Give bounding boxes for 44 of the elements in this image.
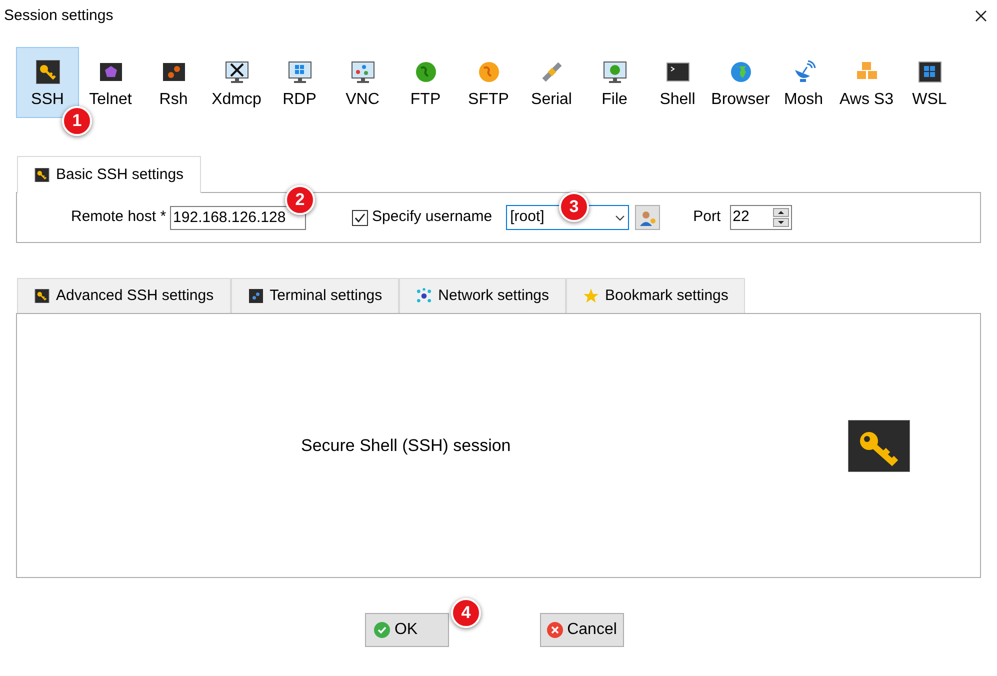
callout-badge: 2 <box>285 185 315 215</box>
session-type-button[interactable]: Shell <box>646 47 709 118</box>
settings-tab[interactable]: Advanced SSH settings <box>17 278 231 313</box>
session-type-button[interactable]: Aws S3 <box>835 47 898 118</box>
ok-button[interactable]: OK <box>365 613 449 647</box>
key-icon <box>34 289 50 303</box>
remote-host-field[interactable]: 192.168.126.128 <box>170 206 306 230</box>
basic-settings-tab[interactable]: Basic SSH settings <box>17 156 201 193</box>
session-type-button[interactable]: File <box>583 47 646 118</box>
specify-username-checkbox[interactable] <box>352 210 368 226</box>
callout-badge: 1 <box>62 106 92 136</box>
specify-username-label: Specify username <box>372 207 492 228</box>
session-type-button[interactable]: Rsh <box>142 47 205 118</box>
key-icon <box>34 168 50 182</box>
session-type-button[interactable]: Xdmcp <box>205 47 268 118</box>
session-type-button[interactable]: Browser <box>709 47 772 118</box>
close-icon[interactable] <box>975 10 987 22</box>
cancel-icon <box>547 622 564 638</box>
window-title: Session settings <box>4 6 114 26</box>
session-type-button[interactable]: Serial <box>520 47 583 118</box>
chevron-down-icon <box>615 214 626 220</box>
session-type-button[interactable]: VNC <box>331 47 394 118</box>
check-icon <box>374 622 390 638</box>
port-label: Port <box>693 207 721 228</box>
settings-tab[interactable]: Bookmark settings <box>566 278 746 313</box>
session-description: Secure Shell (SSH) session <box>301 434 511 457</box>
settings-tab[interactable]: Network settings <box>399 278 566 313</box>
network-icon <box>416 288 432 304</box>
port-spinner[interactable]: 22 <box>730 205 792 230</box>
session-type-button[interactable]: WSL <box>898 47 961 118</box>
cancel-button[interactable]: Cancel <box>540 613 624 647</box>
settings-tab[interactable]: Terminal settings <box>230 278 400 313</box>
user-icon <box>638 208 657 226</box>
callout-badge: 3 <box>559 192 589 222</box>
star-icon <box>583 288 600 304</box>
session-type-button[interactable]: RDP <box>268 47 331 118</box>
key-icon <box>848 420 910 472</box>
key-icon <box>36 60 60 84</box>
callout-badge: 4 <box>451 598 481 628</box>
session-type-button[interactable]: SFTP <box>457 47 520 118</box>
remote-host-label: Remote host * <box>71 207 166 228</box>
user-button[interactable] <box>635 205 660 230</box>
session-type-button[interactable]: Mosh <box>772 47 835 118</box>
session-type-button[interactable]: FTP <box>394 47 457 118</box>
